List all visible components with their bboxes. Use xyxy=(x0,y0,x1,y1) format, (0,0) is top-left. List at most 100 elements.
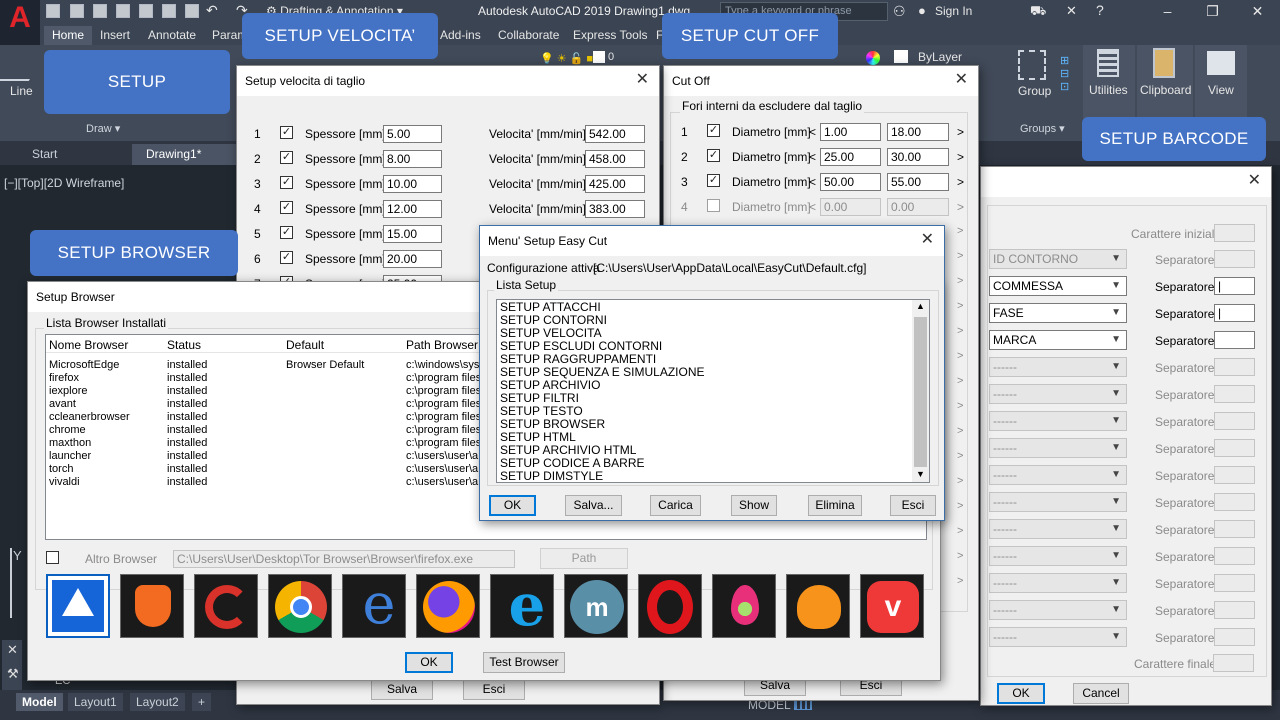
field-select-empty[interactable]: ------ ▼ xyxy=(989,357,1127,377)
col-header-path[interactable]: Path Browser xyxy=(406,338,478,352)
minimize-button[interactable]: – xyxy=(1145,0,1190,23)
separator-input[interactable] xyxy=(1214,601,1255,619)
tab-drawing1[interactable]: Drawing1* xyxy=(132,144,242,165)
field-select-empty[interactable]: ------ ▼ xyxy=(989,627,1127,647)
spessore-checkbox[interactable]: ✓ xyxy=(280,151,293,164)
diametro-checkbox[interactable]: ✓ xyxy=(707,174,720,187)
spessore-input[interactable]: 10.00 xyxy=(383,175,442,193)
save-icon[interactable] xyxy=(93,4,107,18)
field-select-empty[interactable]: ------ ▼ xyxy=(989,384,1127,404)
tab-express-tools[interactable]: Express Tools xyxy=(565,26,655,45)
diametro-min-input[interactable]: 0.00 xyxy=(820,198,881,216)
exchange-icon[interactable]: ✕ xyxy=(1066,3,1077,19)
separator-input[interactable] xyxy=(1214,466,1255,484)
tab-add-layout[interactable]: + xyxy=(192,693,212,711)
tab-collaborate[interactable]: Collaborate xyxy=(490,26,567,45)
separator-input[interactable] xyxy=(1214,412,1255,430)
separator-input[interactable] xyxy=(1214,250,1255,268)
separator-input[interactable] xyxy=(1214,520,1255,538)
velocita-input[interactable]: 383.00 xyxy=(585,200,645,218)
diametro-max-input[interactable]: 18.00 xyxy=(887,123,949,141)
velocita-input[interactable]: 458.00 xyxy=(585,150,645,168)
help-icon[interactable]: ? xyxy=(1096,2,1104,18)
viewport-label[interactable]: [−][Top][2D Wireframe] xyxy=(4,176,124,190)
velocita-exit-button[interactable]: Esci xyxy=(463,679,525,700)
tab-model[interactable]: Model xyxy=(16,693,63,711)
draw-panel-label[interactable]: Draw ▾ xyxy=(86,122,120,135)
color-wheel-icon[interactable] xyxy=(866,51,880,65)
tab-home[interactable]: Home xyxy=(44,26,93,45)
wrench-icon[interactable]: ⚒ xyxy=(7,666,19,682)
easycut-save-button[interactable]: Salva... xyxy=(565,495,622,516)
tab-insert[interactable]: Insert xyxy=(92,26,138,45)
cutoff-close-button[interactable]: ✕ xyxy=(955,71,968,89)
field-select-4[interactable]: MARCA ▼ xyxy=(989,330,1127,350)
col-header-name[interactable]: Nome Browser xyxy=(49,338,128,352)
tab-start[interactable]: Start xyxy=(18,144,72,165)
bylayer-value[interactable]: ByLayer xyxy=(918,50,962,64)
group-tools-icons[interactable]: ⊞ ⊟ ⊡ xyxy=(1060,55,1069,94)
path-button[interactable]: Path xyxy=(540,548,628,569)
field-select-2[interactable]: COMMESSA ▼ xyxy=(989,276,1127,296)
saveas-icon[interactable] xyxy=(116,4,130,18)
spessore-input[interactable]: 5.00 xyxy=(383,125,442,143)
user-icon[interactable]: ● xyxy=(918,3,926,18)
spessore-checkbox[interactable]: ✓ xyxy=(280,226,293,239)
tab-layout2[interactable]: Layout2 xyxy=(130,693,185,711)
spessore-checkbox[interactable]: ✓ xyxy=(280,201,293,214)
easycut-ok-button[interactable]: OK xyxy=(489,495,536,516)
easycut-delete-button[interactable]: Elimina xyxy=(808,495,862,516)
signin-link[interactable]: Sign In xyxy=(935,4,972,18)
diametro-checkbox[interactable]: ✓ xyxy=(707,149,720,162)
spessore-checkbox[interactable]: ✓ xyxy=(280,176,293,189)
line-button[interactable]: Line xyxy=(10,84,33,98)
scroll-down-icon[interactable]: ▼ xyxy=(916,469,925,479)
uc-icon[interactable] xyxy=(786,574,850,638)
separator-input[interactable]: | xyxy=(1214,304,1255,322)
layer-tools-icons[interactable]: 💡 ☀ 🔓 ■ xyxy=(540,52,593,65)
open-icon[interactable] xyxy=(70,4,84,18)
ccleaner-icon[interactable] xyxy=(194,574,258,638)
share-icon[interactable] xyxy=(162,4,176,18)
browser-ok-button[interactable]: OK xyxy=(405,652,453,673)
field-select-empty[interactable]: ------ ▼ xyxy=(989,546,1127,566)
cart-icon[interactable]: ⛟ xyxy=(1030,3,1046,21)
easycut-close-button[interactable]: ✕ xyxy=(921,231,934,249)
close-cmd-icon[interactable]: ✕ xyxy=(7,642,18,658)
setup-listbox[interactable]: SETUP ATTACCHI SETUP CONTORNI SETUP VELOCI… xyxy=(496,299,930,483)
velocita-input[interactable]: 542.00 xyxy=(585,125,645,143)
col-header-default[interactable]: Default xyxy=(286,338,324,352)
groups-panel-label[interactable]: Groups ▾ xyxy=(1020,122,1065,135)
group-icon[interactable] xyxy=(1018,50,1046,80)
spessore-input[interactable]: 15.00 xyxy=(383,225,442,243)
diametro-checkbox[interactable] xyxy=(707,199,720,212)
end-char-input[interactable] xyxy=(1213,654,1254,672)
tab-annotate[interactable]: Annotate xyxy=(140,26,204,45)
velocita-input[interactable]: 425.00 xyxy=(585,175,645,193)
setup-list-scrollbar[interactable]: ▲ ▼ xyxy=(912,300,929,482)
field-select-3[interactable]: FASE ▼ xyxy=(989,303,1127,323)
iexplore-icon[interactable]: e xyxy=(490,574,554,638)
group-button[interactable]: Group xyxy=(1018,84,1051,98)
separator-input[interactable] xyxy=(1214,493,1255,511)
undo-icon[interactable]: ↶ xyxy=(206,2,218,19)
field-select-empty[interactable]: ------ ▼ xyxy=(989,600,1127,620)
view-button[interactable]: View xyxy=(1195,45,1247,119)
diametro-min-input[interactable]: 25.00 xyxy=(820,148,881,166)
diametro-checkbox[interactable]: ✓ xyxy=(707,124,720,137)
utilities-button[interactable]: Utilities xyxy=(1083,45,1135,119)
field-select-empty[interactable]: ------ ▼ xyxy=(989,438,1127,458)
separator-input[interactable] xyxy=(1214,439,1255,457)
list-item[interactable]: SETUP DIMSTYLE xyxy=(500,470,603,483)
plot-icon[interactable] xyxy=(185,4,199,18)
barcode-ok-button[interactable]: OK xyxy=(997,683,1045,704)
altro-browser-checkbox[interactable] xyxy=(46,551,59,564)
opera-icon[interactable] xyxy=(638,574,702,638)
barcode-close-button[interactable]: ✕ xyxy=(1248,172,1261,190)
velocita-close-button[interactable]: ✕ xyxy=(636,71,649,89)
edge-icon[interactable]: e xyxy=(342,574,406,638)
col-header-status[interactable]: Status xyxy=(167,338,201,352)
maxthon-icon[interactable]: m xyxy=(564,574,628,638)
field-select-empty[interactable]: ------ ▼ xyxy=(989,411,1127,431)
barcode-cancel-button[interactable]: Cancel xyxy=(1073,683,1129,704)
